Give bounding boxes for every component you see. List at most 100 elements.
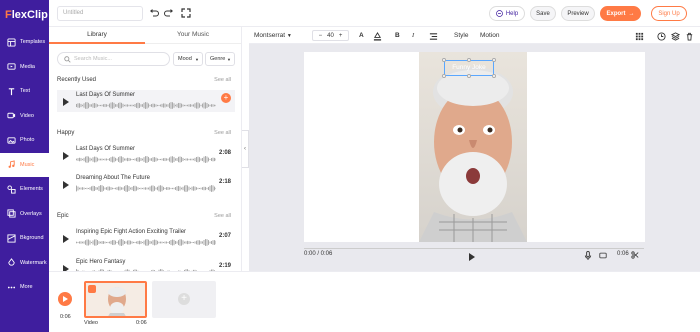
save-button[interactable]: Save	[530, 6, 556, 21]
fill-color-icon[interactable]	[373, 31, 382, 42]
search-placeholder: Search Music...	[74, 56, 112, 62]
sidebar-item-video[interactable]: Video	[0, 104, 49, 129]
split-icon[interactable]	[631, 251, 639, 259]
timeline-play-button[interactable]	[58, 292, 72, 306]
photo-icon	[7, 137, 16, 144]
plus-icon: +	[178, 293, 190, 305]
sidebar-item-bkground[interactable]: Bkground	[0, 226, 49, 251]
play-button[interactable]	[469, 253, 475, 261]
track-name: Dreaming About The Future	[76, 175, 150, 181]
redo-icon[interactable]	[164, 8, 174, 18]
media-icon	[7, 63, 16, 70]
add-track-icon[interactable]: +	[221, 93, 231, 103]
export-button[interactable]: Export →	[600, 6, 641, 21]
list-item[interactable]: Last Days Of Summer 2:08	[57, 144, 235, 166]
chevron-left-icon: ‹	[244, 146, 246, 152]
see-all-link[interactable]: See all	[214, 77, 231, 83]
font-name: Montserrat	[254, 32, 286, 39]
sidebar-item-media[interactable]: Media	[0, 55, 49, 80]
genre-dropdown[interactable]: Genre ▼	[205, 52, 235, 66]
play-icon[interactable]	[63, 98, 69, 106]
search-music-input[interactable]: Search Music...	[57, 52, 170, 66]
help-button[interactable]: Help	[489, 6, 525, 21]
track-duration: 2:18	[218, 179, 231, 185]
layers-icon[interactable]	[671, 31, 680, 42]
sidebar-item-label: More	[20, 284, 33, 291]
tab-library[interactable]: Library	[49, 27, 145, 44]
sidebar-item-elements[interactable]: Elements	[0, 177, 49, 202]
track-duration: 2:07	[218, 233, 231, 239]
text-color-icon[interactable]: A	[359, 30, 364, 41]
list-item[interactable]: Dreaming About The Future 2:18	[57, 173, 235, 195]
logo-text: lexClip	[11, 9, 48, 21]
mood-dropdown[interactable]: Mood ▼	[173, 52, 203, 66]
font-size-stepper[interactable]: − 40 +	[312, 30, 349, 41]
increase-icon[interactable]: +	[339, 33, 343, 39]
track-duration: 2:19	[218, 263, 231, 269]
waveform	[76, 156, 216, 163]
sign-up-button[interactable]: Sign Up	[651, 6, 687, 21]
sidebar-item-overlays[interactable]: Overlays	[0, 202, 49, 227]
section-title: Happy	[57, 130, 75, 136]
resize-handle[interactable]	[492, 58, 496, 62]
motion-button[interactable]: Motion	[480, 30, 500, 41]
sidebar-item-label: Elements	[20, 186, 43, 193]
clock-icon[interactable]	[657, 31, 666, 42]
bold-icon[interactable]: B	[395, 30, 400, 41]
style-button[interactable]: Style	[454, 30, 468, 41]
section-title: Epic	[57, 213, 69, 219]
align-icon[interactable]	[429, 31, 438, 42]
add-clip-button[interactable]: +	[152, 281, 216, 318]
see-all-link[interactable]: See all	[214, 213, 231, 219]
font-select[interactable]: Montserrat ▼	[254, 30, 310, 41]
resize-handle[interactable]	[442, 58, 446, 62]
italic-icon[interactable]: I	[412, 30, 414, 41]
clip-label: Video	[84, 320, 98, 326]
track-name: Last Days Of Summer	[76, 146, 136, 152]
undo-icon[interactable]	[149, 8, 159, 18]
sidebar-item-label: Text	[20, 88, 31, 95]
text-icon	[8, 87, 15, 95]
resize-handle[interactable]	[467, 58, 471, 62]
sidebar-item-more[interactable]: More	[0, 275, 49, 300]
video-frame[interactable]: Funny Joke	[419, 52, 527, 242]
chevron-down-icon: ▼	[286, 33, 292, 39]
list-item[interactable]: Inspiring Epic Fight Action Exciting Tra…	[57, 227, 235, 249]
sidebar-item-templates[interactable]: Templates	[0, 30, 49, 55]
resize-handle[interactable]	[467, 74, 471, 78]
music-panel: Library Your Music Search Music... Mood ▼…	[49, 27, 242, 271]
sidebar-item-watermark[interactable]: Watermark	[0, 251, 49, 276]
watermark-icon	[8, 258, 15, 266]
export-label: Export	[606, 10, 626, 17]
play-icon[interactable]	[63, 235, 69, 243]
see-all-link[interactable]: See all	[214, 130, 231, 136]
resize-handle[interactable]	[442, 74, 446, 78]
templates-icon	[7, 38, 16, 47]
sidebar-item-photo[interactable]: Photo	[0, 128, 49, 153]
project-title-input[interactable]: Untitled	[57, 6, 143, 21]
list-item[interactable]: Epic Hero Fantasy 2:19	[57, 257, 235, 271]
subtitle-icon[interactable]	[599, 251, 607, 260]
collapse-panel-button[interactable]: ‹	[242, 130, 249, 168]
sidebar-item-text[interactable]: Text	[0, 79, 49, 104]
music-icon	[8, 160, 15, 169]
preview-button[interactable]: Preview	[561, 6, 595, 21]
overlays-icon	[7, 209, 16, 218]
microphone-icon[interactable]	[584, 251, 592, 260]
video-clip-thumbnail[interactable]	[84, 281, 147, 318]
delete-icon[interactable]	[685, 31, 694, 42]
background-icon	[7, 234, 16, 243]
tab-your-music[interactable]: Your Music	[145, 27, 241, 44]
flexclip-logo[interactable]: FlexClip	[0, 0, 49, 30]
decrease-icon[interactable]: −	[319, 33, 323, 39]
timeline-duration: 0:06	[60, 314, 71, 320]
resize-handle[interactable]	[492, 74, 496, 78]
more-icon	[7, 286, 16, 289]
fullscreen-icon[interactable]	[181, 8, 191, 18]
list-item[interactable]: Last Days Of Summer +	[57, 90, 235, 112]
sidebar-item-music[interactable]: Music	[0, 152, 49, 177]
grid-icon[interactable]	[635, 31, 644, 42]
play-icon[interactable]	[63, 152, 69, 160]
play-icon[interactable]	[63, 181, 69, 189]
playback-progress[interactable]	[304, 248, 644, 249]
